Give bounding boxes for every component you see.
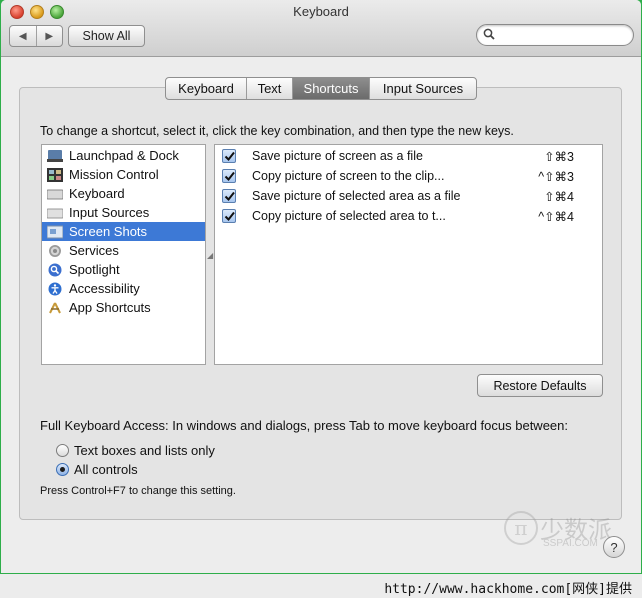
radio-button[interactable] — [56, 462, 69, 476]
screen-shots-icon — [47, 225, 63, 239]
input-sources-icon — [47, 206, 63, 220]
shortcut-checkbox[interactable] — [222, 169, 236, 183]
category-services[interactable]: Services — [42, 241, 205, 260]
radio-all-controls[interactable]: All controls — [56, 461, 138, 477]
full-keyboard-access-label: Full Keyboard Access: In windows and dia… — [40, 418, 568, 433]
radio-label: All controls — [74, 461, 138, 477]
shortcut-row[interactable]: Save picture of selected area as a file … — [215, 186, 602, 206]
radio-label: Text boxes and lists only — [74, 442, 215, 458]
watermark-subtext: SSPAI.COM — [543, 538, 598, 549]
radio-text-boxes-only[interactable]: Text boxes and lists only — [56, 442, 215, 458]
category-input-sources[interactable]: Input Sources — [42, 203, 205, 222]
category-label: App Shortcuts — [69, 300, 151, 315]
accessibility-icon — [47, 282, 63, 296]
svg-text:π: π — [514, 516, 527, 540]
footer-bar: http://www.hackhome.com[网侠]提供 — [0, 574, 642, 598]
shortcut-checkbox[interactable] — [222, 149, 236, 163]
shortcut-row[interactable]: Copy picture of selected area to t... ^⇧… — [215, 206, 602, 226]
category-label: Services — [69, 243, 119, 258]
search-icon — [483, 28, 495, 40]
shortcut-label: Copy picture of selected area to t... — [252, 209, 446, 223]
window-title: Keyboard — [293, 4, 349, 19]
category-label: Accessibility — [69, 281, 140, 296]
footer-credit: http://www.hackhome.com[网侠]提供 — [384, 582, 632, 597]
restore-defaults-button[interactable]: Restore Defaults — [477, 374, 603, 397]
shortcut-list: Save picture of screen as a file ⇧⌘3 Cop… — [214, 144, 603, 365]
radio-button[interactable] — [56, 443, 69, 457]
category-screen-shots[interactable]: Screen Shots — [42, 222, 205, 241]
forward-button[interactable]: ▶ — [37, 26, 63, 46]
tab-keyboard[interactable]: Keyboard — [166, 78, 247, 99]
category-accessibility[interactable]: Accessibility — [42, 279, 205, 298]
shortcut-category-list: Launchpad & Dock Mission Control Keyboar… — [41, 144, 206, 365]
category-label: Screen Shots — [69, 224, 148, 239]
radio-selected-dot — [60, 466, 65, 472]
tab-text[interactable]: Text — [247, 78, 293, 99]
category-mission-control[interactable]: Mission Control — [42, 165, 205, 184]
mission-control-icon — [47, 167, 63, 182]
tab-input-sources[interactable]: Input Sources — [370, 78, 476, 99]
shortcut-checkbox[interactable] — [222, 189, 236, 203]
category-app-shortcuts[interactable]: App Shortcuts — [42, 298, 205, 317]
shortcut-label: Copy picture of screen to the clip... — [252, 169, 445, 183]
pi-logo-icon: π — [504, 511, 538, 545]
shortcut-keys[interactable]: ^⇧⌘3 — [538, 169, 574, 184]
help-button[interactable]: ? — [603, 536, 625, 558]
tab-shortcuts[interactable]: Shortcuts — [293, 78, 370, 99]
shortcut-label: Save picture of selected area as a file — [252, 189, 461, 203]
category-label: Spotlight — [69, 262, 120, 277]
shortcut-checkbox[interactable] — [222, 209, 236, 223]
launchpad-icon — [47, 149, 63, 163]
category-spotlight[interactable]: Spotlight — [42, 260, 205, 279]
shortcut-row[interactable]: Copy picture of screen to the clip... ^⇧… — [215, 166, 602, 186]
category-launchpad-dock[interactable]: Launchpad & Dock — [42, 146, 205, 165]
title-bar: Keyboard ◀ ▶ Show All — [1, 0, 641, 57]
shortcut-keys[interactable]: ⇧⌘4 — [544, 189, 574, 204]
instructions-text: To change a shortcut, select it, click t… — [40, 124, 514, 138]
category-label: Keyboard — [69, 186, 125, 201]
gear-icon — [47, 244, 63, 258]
back-button[interactable]: ◀ — [10, 26, 37, 46]
shortcut-keys[interactable]: ^⇧⌘4 — [538, 209, 574, 224]
keyboard-icon — [47, 187, 63, 201]
show-all-button[interactable]: Show All — [68, 25, 145, 47]
search-field[interactable] — [476, 24, 634, 46]
category-label: Input Sources — [69, 205, 150, 220]
spotlight-icon — [47, 263, 63, 277]
pane-tabs: Keyboard Text Shortcuts Input Sources — [165, 77, 477, 100]
app-shortcuts-icon — [47, 301, 63, 315]
back-forward-control: ◀ ▶ — [9, 25, 63, 47]
search-input[interactable] — [499, 27, 629, 44]
watermark-logo: π 少数派 SSPAI.COM — [503, 510, 612, 549]
keyboard-access-hint: Press Control+F7 to change this setting. — [40, 485, 236, 497]
shortcut-row[interactable]: Save picture of screen as a file ⇧⌘3 — [215, 146, 602, 166]
category-label: Launchpad & Dock — [69, 148, 179, 163]
shortcut-label: Save picture of screen as a file — [252, 149, 423, 163]
split-resize-handle[interactable]: ◢ — [207, 251, 213, 260]
category-label: Mission Control — [69, 167, 159, 182]
category-keyboard[interactable]: Keyboard — [42, 184, 205, 203]
shortcut-keys[interactable]: ⇧⌘3 — [544, 149, 574, 164]
